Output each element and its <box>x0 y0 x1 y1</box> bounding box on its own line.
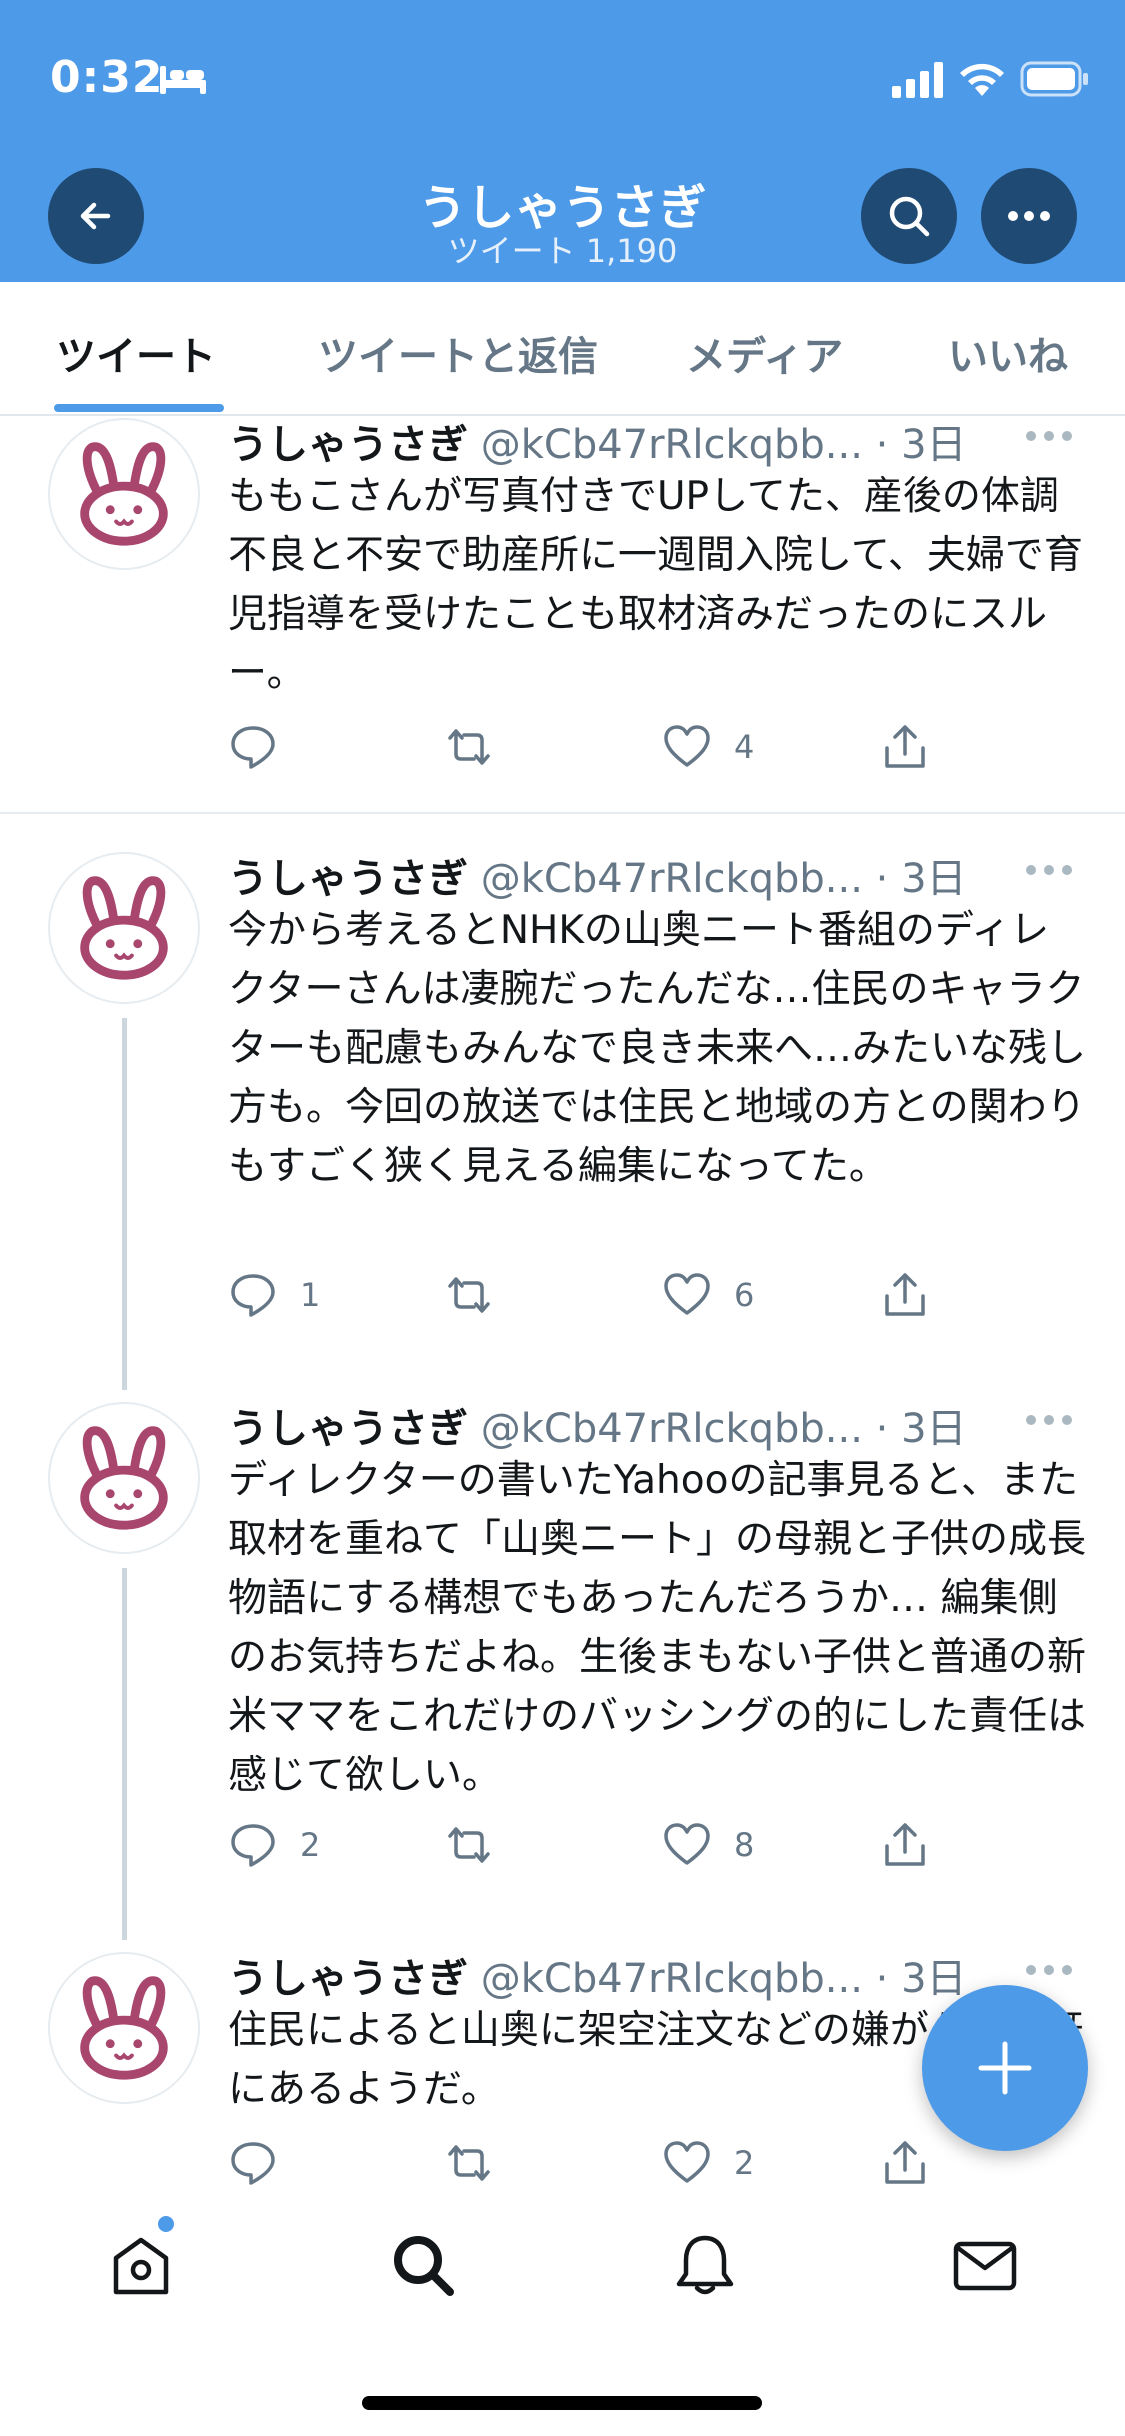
reply-button[interactable] <box>228 722 300 772</box>
retweet-icon <box>448 1277 490 1313</box>
tweet-count: ツイート 1,190 <box>447 232 678 270</box>
profile-header: 0:32 うしゃうさぎ ツイート 1,190 <box>0 0 1125 282</box>
heart-icon <box>664 725 710 767</box>
tweet-more-icon[interactable] <box>1024 1963 1074 1977</box>
tweet-timestamp[interactable]: · 3日 <box>876 422 967 468</box>
search-icon <box>889 196 930 237</box>
tweet-author-handle[interactable]: @kCb47rRlckqbb... <box>481 1406 863 1452</box>
mail-icon[interactable] <box>950 2230 1020 2300</box>
retweet-icon <box>448 729 490 765</box>
battery-icon <box>1020 61 1088 97</box>
home-icon[interactable] <box>106 2230 176 2300</box>
share-icon <box>885 725 925 768</box>
search-icon[interactable] <box>388 2230 458 2300</box>
thread-line <box>122 1018 127 1390</box>
share-button[interactable] <box>880 1820 930 1870</box>
plus-icon <box>978 2041 1032 2095</box>
bell-icon[interactable] <box>670 2230 740 2300</box>
like-button[interactable]: 6 <box>662 1270 754 1320</box>
compose-tweet-button[interactable] <box>922 1985 1088 2151</box>
retweet-button[interactable] <box>444 1270 516 1320</box>
reply-icon <box>231 726 275 769</box>
like-count: 6 <box>734 1276 755 1314</box>
retweet-button[interactable] <box>444 1820 516 1870</box>
tweet-text: ディレクターの書いたYahooの記事見ると、また取材を重ねて「山奥ニート」の母親… <box>228 1458 1087 1798</box>
active-tab-indicator <box>54 404 224 412</box>
like-button[interactable]: 2 <box>662 2138 754 2188</box>
heart-icon <box>664 2141 710 2183</box>
tweet-more-icon[interactable] <box>1024 429 1074 443</box>
avatar[interactable] <box>48 1952 200 2104</box>
tweet-author-handle[interactable]: @kCb47rRlckqbb... <box>481 422 863 468</box>
heart-icon <box>664 1273 710 1315</box>
reply-count: 1 <box>300 1276 321 1314</box>
home-indicator <box>362 2396 762 2410</box>
reply-button[interactable]: 1 <box>228 1270 320 1320</box>
tweet-text: 今から考えるとNHKの山奥ニート番組のディレクターさんは凄腕だったんだな…住民の… <box>228 908 1087 1189</box>
sleep-mode-icon <box>160 66 206 94</box>
tweet-timestamp[interactable]: · 3日 <box>876 1406 967 1452</box>
tweet-divider <box>0 812 1125 814</box>
like-count: 2 <box>734 2144 755 2182</box>
like-count: 8 <box>734 1826 755 1864</box>
tweet-actions: 1 6 <box>228 1270 1028 1326</box>
heart-icon <box>664 1823 710 1865</box>
tweet-author-handle[interactable]: @kCb47rRlckqbb... <box>481 1956 863 2002</box>
tweet-author-handle[interactable]: @kCb47rRlckqbb... <box>481 856 863 902</box>
avatar[interactable] <box>48 1402 200 1554</box>
tab-media[interactable]: メディア <box>686 324 843 382</box>
reply-button[interactable] <box>228 2138 300 2188</box>
tweet-author-name[interactable]: うしゃうさぎ <box>228 1956 468 2002</box>
tweet-author-name[interactable]: うしゃうさぎ <box>228 422 468 468</box>
status-time: 0:32 <box>50 52 164 103</box>
tweet-timestamp[interactable]: · 3日 <box>876 1956 967 2002</box>
tweet-more-icon[interactable] <box>1024 1413 1074 1427</box>
bunny-avatar-icon <box>80 1426 168 1530</box>
share-button[interactable] <box>880 1270 930 1320</box>
avatar[interactable] <box>48 852 200 1004</box>
avatar[interactable] <box>48 418 200 570</box>
like-button[interactable]: 8 <box>662 1820 754 1870</box>
tab-tweets[interactable]: ツイート <box>56 324 216 382</box>
retweet-button[interactable] <box>444 722 516 772</box>
search-button[interactable] <box>861 168 957 264</box>
share-icon <box>885 1273 925 1316</box>
tweet-text: ももこさんが写真付きでUPしてた、産後の体調不良と不安で助産所に一週間入院して、… <box>228 474 1083 696</box>
retweet-button[interactable] <box>444 2138 516 2188</box>
like-button[interactable]: 4 <box>662 722 754 772</box>
bunny-avatar-icon <box>80 876 168 980</box>
tweet-actions: 2 <box>228 2138 1028 2194</box>
like-count: 4 <box>734 728 755 766</box>
notification-dot <box>158 2216 174 2232</box>
profile-tabs: ツイート ツイートと返信 メディア いいね <box>0 282 1125 416</box>
thread-line <box>122 1568 127 1940</box>
reply-count: 2 <box>300 1826 321 1864</box>
retweet-icon <box>448 2145 490 2181</box>
more-icon <box>1008 211 1050 221</box>
share-icon <box>885 2141 925 2184</box>
reply-icon <box>231 2142 275 2185</box>
reply-icon <box>231 1824 275 1867</box>
tweet-more-icon[interactable] <box>1024 863 1074 877</box>
tab-likes[interactable]: いいね <box>948 324 1068 382</box>
tweet-author-name[interactable]: うしゃうさぎ <box>228 1406 468 1452</box>
wifi-icon <box>960 63 1004 96</box>
cellular-signal-icon <box>892 62 943 98</box>
more-options-button[interactable] <box>981 168 1077 264</box>
bunny-avatar-icon <box>80 442 168 546</box>
share-icon <box>885 1823 925 1866</box>
share-button[interactable] <box>880 722 930 772</box>
tweet-author-name[interactable]: うしゃうさぎ <box>228 856 468 902</box>
bunny-avatar-icon <box>80 1976 168 2080</box>
reply-button[interactable]: 2 <box>228 1820 320 1870</box>
tweet-actions: 2 8 <box>228 1820 1028 1876</box>
tweet-timestamp[interactable]: · 3日 <box>876 856 967 902</box>
tab-tweets-and-replies[interactable]: ツイートと返信 <box>318 324 598 382</box>
share-button[interactable] <box>880 2138 930 2188</box>
reply-icon <box>231 1274 275 1317</box>
tweet-actions: 4 <box>228 722 1028 778</box>
retweet-icon <box>448 1827 490 1863</box>
